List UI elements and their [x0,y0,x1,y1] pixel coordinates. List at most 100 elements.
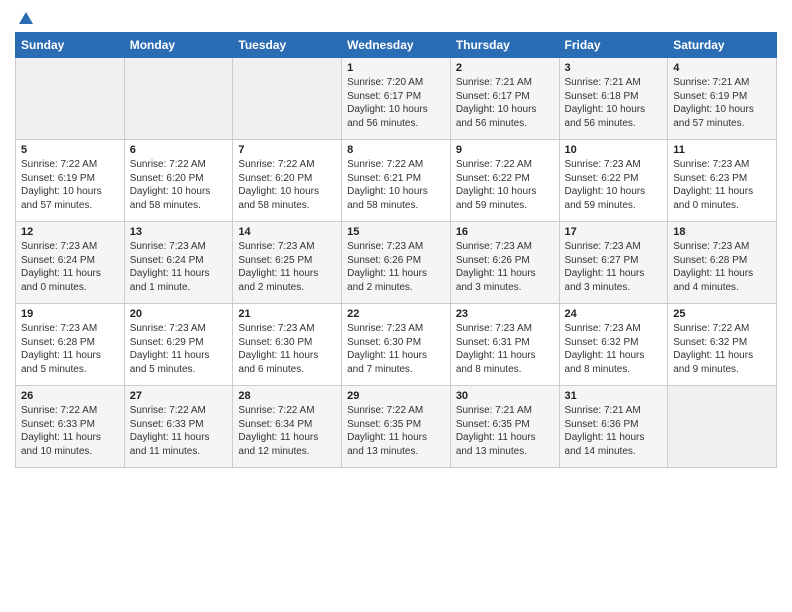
day-number: 29 [347,390,445,402]
calendar-cell: 26 Sunrise: 7:22 AM Sunset: 6:33 PM Dayli… [16,386,125,468]
week-row-0: 1Sunrise: 7:20 AM Sunset: 6:17 PM Daylig… [16,58,777,140]
calendar-cell: 16 Sunrise: 7:23 AM Sunset: 6:26 PM Dayli… [450,222,559,304]
day-number: 15 [347,226,445,238]
day-header-saturday: Saturday [668,33,777,58]
day-info: Sunrise: 7:22 AM Sunset: 6:20 PM Dayligh… [130,158,228,212]
day-info: Sunrise: 7:22 AM Sunset: 6:34 PM Dayligh… [238,404,336,458]
day-header-tuesday: Tuesday [233,33,342,58]
calendar-cell [233,58,342,140]
calendar-cell: 8 Sunrise: 7:22 AM Sunset: 6:21 PM Daylig… [342,140,451,222]
day-info: Sunrise: 7:21 AM Sunset: 6:17 PM Dayligh… [456,76,554,130]
header [15,10,777,24]
day-info: Sunrise: 7:22 AM Sunset: 6:35 PM Dayligh… [347,404,445,458]
day-number: 7 [238,144,336,156]
day-header-monday: Monday [124,33,233,58]
day-number: 27 [130,390,228,402]
day-number: 14 [238,226,336,238]
day-info: Sunrise: 7:23 AM Sunset: 6:26 PM Dayligh… [456,240,554,294]
day-number: 17 [565,226,663,238]
day-info: Sunrise: 7:23 AM Sunset: 6:26 PM Dayligh… [347,240,445,294]
day-number: 31 [565,390,663,402]
week-row-3: 19 Sunrise: 7:23 AM Sunset: 6:28 PM Dayli… [16,304,777,386]
calendar-cell: 13 Sunrise: 7:23 AM Sunset: 6:24 PM Dayli… [124,222,233,304]
day-number: 3 [565,62,663,74]
calendar-cell: 31 Sunrise: 7:21 AM Sunset: 6:36 PM Dayli… [559,386,668,468]
logo [15,10,35,24]
day-info: Sunrise: 7:23 AM Sunset: 6:24 PM Dayligh… [130,240,228,294]
day-number: 24 [565,308,663,320]
day-info: Sunrise: 7:21 AM Sunset: 6:36 PM Dayligh… [565,404,663,458]
calendar-cell [16,58,125,140]
day-number: 2 [456,62,554,74]
day-info: Sunrise: 7:23 AM Sunset: 6:29 PM Dayligh… [130,322,228,376]
day-info: Sunrise: 7:23 AM Sunset: 6:27 PM Dayligh… [565,240,663,294]
calendar-cell: 23 Sunrise: 7:23 AM Sunset: 6:31 PM Dayli… [450,304,559,386]
calendar-cell: 3 Sunrise: 7:21 AM Sunset: 6:18 PM Daylig… [559,58,668,140]
day-header-friday: Friday [559,33,668,58]
calendar-cell: 7Sunrise: 7:22 AM Sunset: 6:20 PM Daylig… [233,140,342,222]
day-info: Sunrise: 7:21 AM Sunset: 6:18 PM Dayligh… [565,76,663,130]
logo-icon [17,10,35,28]
calendar-cell: 14 Sunrise: 7:23 AM Sunset: 6:25 PM Dayli… [233,222,342,304]
day-number: 22 [347,308,445,320]
day-info: Sunrise: 7:22 AM Sunset: 6:33 PM Dayligh… [130,404,228,458]
day-number: 26 [21,390,119,402]
calendar-cell [124,58,233,140]
calendar-cell: 18 Sunrise: 7:23 AM Sunset: 6:28 PM Dayli… [668,222,777,304]
day-number: 18 [673,226,771,238]
day-number: 16 [456,226,554,238]
day-info: Sunrise: 7:23 AM Sunset: 6:28 PM Dayligh… [21,322,119,376]
day-number: 21 [238,308,336,320]
day-number: 23 [456,308,554,320]
day-number: 28 [238,390,336,402]
day-info: Sunrise: 7:23 AM Sunset: 6:32 PM Dayligh… [565,322,663,376]
calendar: SundayMondayTuesdayWednesdayThursdayFrid… [15,32,777,468]
calendar-cell: 15 Sunrise: 7:23 AM Sunset: 6:26 PM Dayli… [342,222,451,304]
day-info: Sunrise: 7:22 AM Sunset: 6:33 PM Dayligh… [21,404,119,458]
header-row: SundayMondayTuesdayWednesdayThursdayFrid… [16,33,777,58]
calendar-cell [668,386,777,468]
calendar-cell: 11Sunrise: 7:23 AM Sunset: 6:23 PM Dayli… [668,140,777,222]
day-number: 5 [21,144,119,156]
calendar-cell: 25 Sunrise: 7:22 AM Sunset: 6:32 PM Dayli… [668,304,777,386]
day-number: 25 [673,308,771,320]
day-number: 8 [347,144,445,156]
day-info: Sunrise: 7:23 AM Sunset: 6:28 PM Dayligh… [673,240,771,294]
calendar-cell: 2 Sunrise: 7:21 AM Sunset: 6:17 PM Daylig… [450,58,559,140]
calendar-cell: 20 Sunrise: 7:23 AM Sunset: 6:29 PM Dayli… [124,304,233,386]
day-header-wednesday: Wednesday [342,33,451,58]
day-info: Sunrise: 7:22 AM Sunset: 6:32 PM Dayligh… [673,322,771,376]
calendar-cell: 4 Sunrise: 7:21 AM Sunset: 6:19 PM Daylig… [668,58,777,140]
week-row-4: 26 Sunrise: 7:22 AM Sunset: 6:33 PM Dayli… [16,386,777,468]
day-header-sunday: Sunday [16,33,125,58]
day-info: Sunrise: 7:21 AM Sunset: 6:35 PM Dayligh… [456,404,554,458]
day-number: 6 [130,144,228,156]
calendar-cell: 5Sunrise: 7:22 AM Sunset: 6:19 PM Daylig… [16,140,125,222]
day-header-thursday: Thursday [450,33,559,58]
day-number: 10 [565,144,663,156]
day-number: 11 [673,144,771,156]
day-info: Sunrise: 7:22 AM Sunset: 6:22 PM Dayligh… [456,158,554,212]
day-number: 13 [130,226,228,238]
day-number: 9 [456,144,554,156]
day-info: Sunrise: 7:20 AM Sunset: 6:17 PM Dayligh… [347,76,445,130]
day-info: Sunrise: 7:23 AM Sunset: 6:24 PM Dayligh… [21,240,119,294]
day-number: 20 [130,308,228,320]
calendar-cell: 6 Sunrise: 7:22 AM Sunset: 6:20 PM Daylig… [124,140,233,222]
day-info: Sunrise: 7:22 AM Sunset: 6:21 PM Dayligh… [347,158,445,212]
day-info: Sunrise: 7:21 AM Sunset: 6:19 PM Dayligh… [673,76,771,130]
week-row-2: 12 Sunrise: 7:23 AM Sunset: 6:24 PM Dayli… [16,222,777,304]
day-number: 12 [21,226,119,238]
day-number: 4 [673,62,771,74]
calendar-cell: 10Sunrise: 7:23 AM Sunset: 6:22 PM Dayli… [559,140,668,222]
calendar-cell: 9 Sunrise: 7:22 AM Sunset: 6:22 PM Daylig… [450,140,559,222]
day-info: Sunrise: 7:23 AM Sunset: 6:25 PM Dayligh… [238,240,336,294]
page: SundayMondayTuesdayWednesdayThursdayFrid… [0,0,792,612]
day-info: Sunrise: 7:23 AM Sunset: 6:31 PM Dayligh… [456,322,554,376]
calendar-cell: 17 Sunrise: 7:23 AM Sunset: 6:27 PM Dayli… [559,222,668,304]
calendar-cell: 29 Sunrise: 7:22 AM Sunset: 6:35 PM Dayli… [342,386,451,468]
day-number: 19 [21,308,119,320]
calendar-cell: 12 Sunrise: 7:23 AM Sunset: 6:24 PM Dayli… [16,222,125,304]
calendar-cell: 27 Sunrise: 7:22 AM Sunset: 6:33 PM Dayli… [124,386,233,468]
calendar-cell: 22Sunrise: 7:23 AM Sunset: 6:30 PM Dayli… [342,304,451,386]
